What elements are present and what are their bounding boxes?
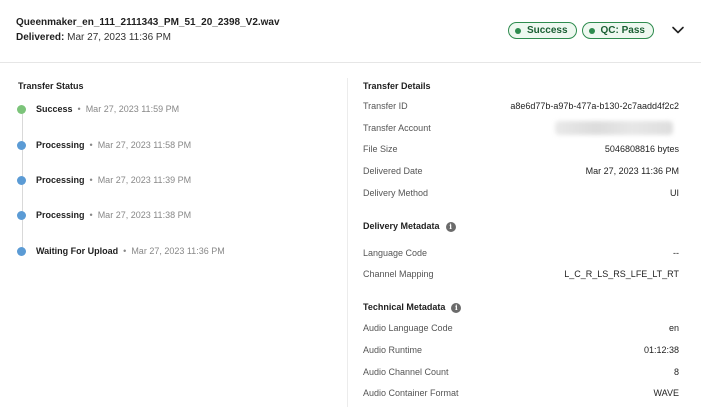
timeline-time: Mar 27, 2023 11:38 PM bbox=[97, 210, 192, 220]
technical-metadata-title: Technical Metadata bbox=[363, 302, 446, 312]
status-dot-icon bbox=[17, 210, 26, 220]
detail-key: Transfer Account bbox=[363, 123, 431, 133]
transfer-status-panel: Transfer Status Success • Mar 27, 2023 1… bbox=[0, 63, 348, 407]
status-dot-icon bbox=[17, 175, 26, 185]
detail-key: Audio Language Code bbox=[363, 323, 453, 333]
timeline-time: Mar 27, 2023 11:58 PM bbox=[97, 140, 192, 150]
timeline-separator: • bbox=[77, 104, 81, 114]
detail-key: File Size bbox=[363, 144, 398, 154]
timeline-separator: • bbox=[89, 140, 93, 150]
redacted-value bbox=[555, 121, 673, 135]
timeline-status: Processing bbox=[36, 140, 85, 150]
qc-badge-label: QC: Pass bbox=[600, 25, 645, 36]
timeline-separator: • bbox=[89, 175, 93, 185]
detail-key: Transfer ID bbox=[363, 101, 408, 111]
transfer-status-title: Transfer Status bbox=[18, 81, 84, 91]
success-badge-label: Success bbox=[526, 25, 568, 36]
status-dot-icon bbox=[17, 246, 26, 256]
detail-value: 5046808816 bytes bbox=[604, 144, 679, 154]
detail-row-file-size: File Size 5046808816 bytes bbox=[363, 144, 679, 158]
status-dot-icon bbox=[17, 104, 26, 114]
timeline-item: Waiting For Upload • Mar 27, 2023 11:36 … bbox=[17, 244, 225, 258]
detail-row-audio-language-code: Audio Language Code en bbox=[363, 323, 679, 337]
detail-value: 01:12:38 bbox=[643, 345, 679, 355]
delivery-metadata-heading: Delivery Metadata i bbox=[363, 221, 456, 232]
success-badge: Success bbox=[507, 22, 577, 39]
file-header: Queenmaker_en_111_2111343_PM_51_20_2398_… bbox=[0, 0, 701, 63]
detail-value: -- bbox=[673, 248, 679, 258]
info-icon[interactable]: i bbox=[445, 221, 456, 232]
qc-dot-icon bbox=[588, 27, 595, 34]
chevron-down-icon[interactable] bbox=[671, 23, 685, 37]
timeline-time: Mar 27, 2023 11:59 PM bbox=[85, 104, 180, 114]
timeline-item: Processing • Mar 27, 2023 11:58 PM bbox=[17, 138, 191, 152]
detail-value: WAVE bbox=[653, 388, 679, 398]
detail-row-audio-runtime: Audio Runtime 01:12:38 bbox=[363, 345, 679, 359]
status-dot-icon bbox=[17, 140, 26, 150]
detail-key: Audio Runtime bbox=[363, 345, 423, 355]
delivered-line: Delivered: Mar 27, 2023 11:36 PM bbox=[16, 32, 171, 43]
timeline-separator: • bbox=[89, 210, 93, 220]
delivered-label: Delivered: bbox=[16, 32, 65, 43]
detail-row-audio-channel-count: Audio Channel Count 8 bbox=[363, 367, 679, 381]
timeline-item: Success • Mar 27, 2023 11:59 PM bbox=[17, 102, 179, 116]
detail-row-language-code: Language Code -- bbox=[363, 248, 679, 262]
detail-row-transfer-id: Transfer ID a8e6d77b-a97b-477a-b130-2c7a… bbox=[363, 101, 679, 115]
detail-value: UI bbox=[670, 188, 679, 198]
timeline-status: Processing bbox=[36, 175, 85, 185]
detail-row-channel-mapping: Channel Mapping L_C_R_LS_RS_LFE_LT_RT bbox=[363, 269, 679, 283]
detail-row-delivery-method: Delivery Method UI bbox=[363, 188, 679, 202]
timeline-separator: • bbox=[123, 246, 127, 256]
detail-row-delivered-date: Delivered Date Mar 27, 2023 11:36 PM bbox=[363, 166, 679, 180]
timeline-status: Success bbox=[36, 104, 73, 114]
timeline-time: Mar 27, 2023 11:36 PM bbox=[131, 246, 225, 256]
timeline-status: Waiting For Upload bbox=[36, 246, 119, 256]
timeline-time: Mar 27, 2023 11:39 PM bbox=[97, 175, 192, 185]
detail-value: L_C_R_LS_RS_LFE_LT_RT bbox=[564, 269, 679, 279]
detail-key: Audio Container Format bbox=[363, 388, 459, 398]
delivery-metadata-title: Delivery Metadata bbox=[363, 221, 440, 231]
timeline-status: Processing bbox=[36, 210, 85, 220]
transfer-details-title: Transfer Details bbox=[363, 81, 431, 91]
detail-value: en bbox=[668, 323, 679, 333]
qc-badge: QC: Pass bbox=[581, 22, 654, 39]
info-icon[interactable]: i bbox=[451, 302, 462, 313]
detail-key: Channel Mapping bbox=[363, 269, 434, 279]
detail-value: a8e6d77b-a97b-477a-b130-2c7aadd4f2c2 bbox=[510, 101, 679, 111]
detail-key: Audio Channel Count bbox=[363, 367, 449, 377]
detail-key: Delivered Date bbox=[363, 166, 423, 176]
technical-metadata-heading: Technical Metadata i bbox=[363, 302, 462, 313]
details-panel: Transfer Details Transfer ID a8e6d77b-a9… bbox=[363, 63, 679, 407]
timeline-item: Processing • Mar 27, 2023 11:38 PM bbox=[17, 208, 191, 222]
success-dot-icon bbox=[514, 27, 521, 34]
column-divider bbox=[347, 78, 348, 407]
detail-key: Language Code bbox=[363, 248, 428, 258]
detail-row-transfer-account: Transfer Account bbox=[363, 121, 679, 137]
detail-value: Mar 27, 2023 11:36 PM bbox=[585, 166, 679, 176]
transfer-detail-page: Queenmaker_en_111_2111343_PM_51_20_2398_… bbox=[0, 0, 701, 407]
detail-row-audio-container-format: Audio Container Format WAVE bbox=[363, 388, 679, 402]
delivered-value: Mar 27, 2023 11:36 PM bbox=[67, 32, 171, 43]
detail-value: 8 bbox=[673, 367, 679, 377]
file-name: Queenmaker_en_111_2111343_PM_51_20_2398_… bbox=[16, 17, 280, 28]
timeline-item: Processing • Mar 27, 2023 11:39 PM bbox=[17, 173, 191, 187]
status-badges: Success QC: Pass bbox=[507, 22, 654, 39]
detail-key: Delivery Method bbox=[363, 188, 429, 198]
